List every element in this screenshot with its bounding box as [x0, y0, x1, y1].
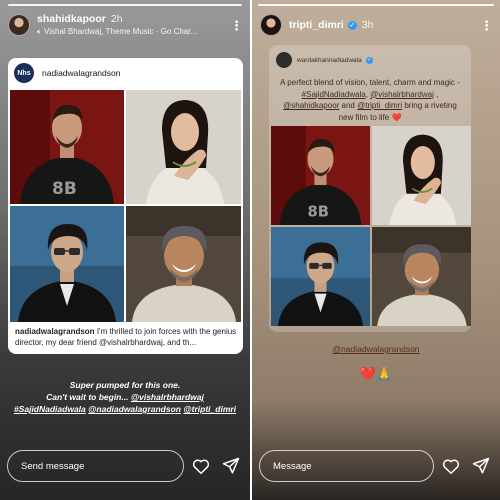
photo-grid: 8B: [271, 126, 471, 326]
mention-vishalrbhardwaj[interactable]: @vishalrbhardwaj: [131, 392, 204, 402]
svg-text:8B: 8B: [307, 203, 329, 220]
repost-username[interactable]: wardakhannadiadwala: [297, 57, 362, 64]
svg-text:8B: 8B: [52, 179, 77, 199]
story-progress-bar: [8, 4, 242, 6]
story-footer: Send message: [7, 450, 244, 482]
photo-tile-man-smiling-grey-hair: [126, 206, 241, 322]
more-options-icon[interactable]: ⋮: [480, 19, 493, 32]
repost-separator-2: ,: [433, 89, 439, 99]
story-username[interactable]: shahidkapoor: [37, 13, 106, 25]
repost-separator-3: and: [339, 101, 358, 110]
photo-tile-man-smiling-grey-hair: [372, 227, 471, 326]
music-icon: 🔈︎: [37, 27, 45, 36]
avatar[interactable]: [260, 14, 282, 36]
story-text-overlay: Super pumped for this one. Can't wait to…: [4, 379, 246, 415]
more-options-icon[interactable]: ⋮: [230, 19, 243, 32]
heart-icon[interactable]: [438, 458, 464, 475]
photo-tile-man-glasses: [10, 206, 124, 322]
send-icon[interactable]: [468, 457, 494, 475]
photo-grid: 8B: [10, 90, 241, 322]
message-input[interactable]: Message: [259, 450, 434, 482]
story-panel-tripti-dimri[interactable]: tripti_dimri ✓ 3h ⋮ wardakhannadiadwala ✓ …: [252, 0, 500, 500]
story-panel-shahidkapoor[interactable]: shahidkapoor 2h 🔈︎ Vishal Bhardwaj, Theme…: [0, 0, 250, 500]
story-progress-bar: [258, 4, 494, 6]
story-time: 2h: [110, 13, 123, 25]
avatar[interactable]: [8, 14, 30, 36]
photo-tile-woman-cream-outfit: [372, 126, 471, 225]
photo-tile-man-glasses: [271, 227, 370, 326]
caption-username[interactable]: nadiadwalagrandson: [15, 327, 95, 336]
heart-icon[interactable]: [188, 458, 214, 475]
photo-tile-man-black-sweater: 8B: [10, 90, 124, 204]
mention-tripti-dimri[interactable]: @tripti_dimri: [357, 101, 402, 110]
hashtag-sajidnadiadwala[interactable]: #SajidNadiadwala: [14, 404, 86, 414]
story-header: tripti_dimri ✓ 3h ⋮: [260, 10, 493, 40]
mention-tripti-dimri[interactable]: @tripti_dimri: [183, 404, 236, 414]
post-caption[interactable]: nadiadwalagrandson I'm thrilled to join …: [15, 326, 237, 348]
music-label: Vishal Bhardwaj, Theme Music · Go Char..…: [44, 27, 198, 36]
repost-text: A perfect blend of vision, talent, charm…: [277, 77, 463, 123]
reaction-emojis: ❤️🙏: [359, 366, 393, 381]
shared-post-card[interactable]: Nhs nadiadwalagrandson 8B nadiadwalagran…: [8, 58, 243, 354]
mention-nadiadwalagrandson[interactable]: @nadiadwalagrandson: [252, 344, 500, 354]
reposted-story-card[interactable]: wardakhannadiadwala ✓ A perfect blend of…: [269, 45, 471, 332]
repost-text-start: A perfect blend of vision, talent, charm…: [280, 78, 460, 87]
send-message-input[interactable]: Send message: [7, 450, 184, 482]
verified-badge-icon: ✓: [347, 21, 357, 30]
mention-shahidkapoor[interactable]: @shahidkapoor: [283, 101, 339, 110]
music-info[interactable]: 🔈︎ Vishal Bhardwaj, Theme Music · Go Cha…: [37, 27, 230, 37]
mention-vishalrbhardwaj[interactable]: @vishalrbhardwaj: [370, 90, 434, 99]
photo-tile-woman-cream-outfit: [126, 90, 241, 204]
story-text-line1: Super pumped for this one.: [69, 380, 181, 390]
hashtag-sajidnadiadwala[interactable]: #SajidNadiadwala: [302, 90, 366, 99]
send-icon[interactable]: [218, 457, 244, 475]
mention-nadiadwalagrandson[interactable]: @nadiadwalagrandson: [88, 404, 181, 414]
story-username[interactable]: tripti_dimri: [289, 19, 344, 31]
avatar: [276, 52, 292, 68]
story-footer: Message: [259, 450, 494, 482]
story-text-line2: Can't wait to begin...: [46, 392, 131, 402]
photo-tile-man-black-sweater: 8B: [271, 126, 370, 225]
story-time: 3h: [361, 19, 374, 31]
verified-badge-icon: ✓: [365, 56, 373, 64]
post-username[interactable]: nadiadwalagrandson: [42, 68, 120, 78]
brand-logo: Nhs: [14, 63, 34, 83]
story-header: shahidkapoor 2h 🔈︎ Vishal Bhardwaj, Theme…: [8, 10, 243, 40]
